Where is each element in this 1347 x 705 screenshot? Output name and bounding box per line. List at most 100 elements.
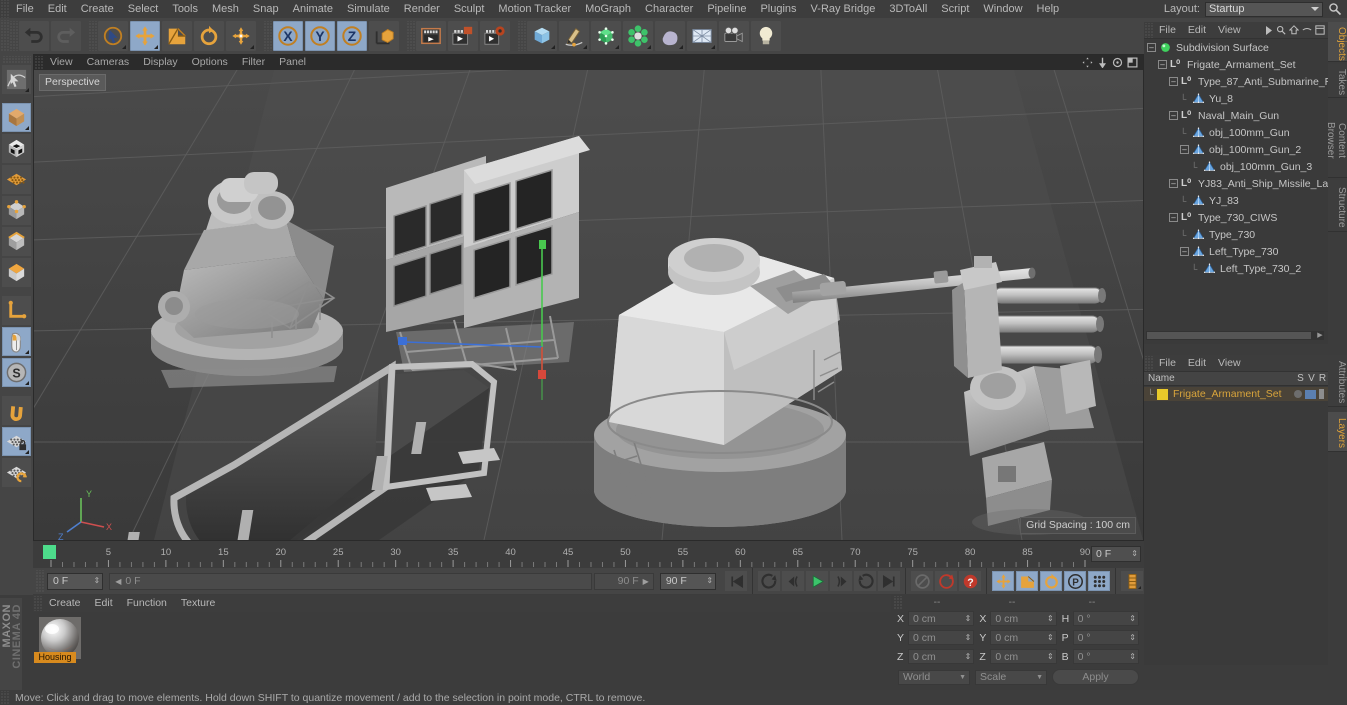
menu-window[interactable]: Window <box>976 0 1029 18</box>
more-options-corner-icon[interactable] <box>122 45 126 49</box>
coord-position-field[interactable]: 0 cm ⇕ <box>908 630 975 645</box>
coord-rotation-field[interactable]: 0 ° ⇕ <box>1072 630 1139 645</box>
stepper-icon[interactable]: ⇕ <box>706 577 715 585</box>
light-button[interactable] <box>751 21 781 51</box>
coord-rotation-field[interactable]: 0 ° ⇕ <box>1072 649 1139 664</box>
object-manager-menu-edit[interactable]: Edit <box>1182 22 1212 39</box>
menu-create[interactable]: Create <box>74 0 121 18</box>
camera-button[interactable] <box>719 21 749 51</box>
tab-layers[interactable]: Layers <box>1328 412 1347 452</box>
object-tree-row[interactable]: –L⁰ YJ83_Anti_Ship_Missile_Launch <box>1144 175 1328 192</box>
render-picture-viewer-button[interactable] <box>448 21 478 51</box>
stepper-icon[interactable]: ⇕ <box>93 577 102 585</box>
select-cursor-button[interactable] <box>98 21 128 51</box>
material-menu-function[interactable]: Function <box>120 595 174 612</box>
polygon-object-icon[interactable] <box>1203 160 1216 173</box>
menu-character[interactable]: Character <box>638 0 700 18</box>
record-active-objects-button[interactable] <box>911 571 934 591</box>
more-options-corner-icon[interactable] <box>583 45 587 49</box>
layer-manager-gripper[interactable] <box>1144 355 1153 371</box>
layout-dropdown[interactable]: Startup <box>1205 1 1323 17</box>
texture-mode-button[interactable] <box>2 134 31 163</box>
stepper-icon[interactable]: ⇕ <box>1129 614 1138 623</box>
material-manager-gripper[interactable] <box>33 596 42 611</box>
dolly-icon[interactable] <box>1097 57 1108 68</box>
pan-icon[interactable] <box>1082 57 1093 68</box>
layer-render-box[interactable] <box>1319 389 1324 399</box>
coordinates-gripper[interactable] <box>893 596 902 609</box>
coord-size-field[interactable]: 0 cm ⇕ <box>990 611 1057 626</box>
object-tree-row[interactable]: └ YJ_83 <box>1144 192 1328 209</box>
tab-attributes[interactable]: Attributes <box>1328 355 1347 407</box>
scene-button[interactable] <box>687 21 717 51</box>
world-object-axis-button[interactable] <box>369 21 399 51</box>
layer-color-swatch[interactable] <box>1157 388 1168 400</box>
stepper-icon[interactable]: ⇕ <box>965 652 974 661</box>
object-tree-row[interactable]: – L⁰ Naval_Main_Gun <box>1144 107 1328 124</box>
search-icon[interactable] <box>1276 25 1286 35</box>
polygon-object-icon[interactable] <box>1192 92 1205 105</box>
menu-3dtoall[interactable]: 3DToAll <box>882 0 934 18</box>
menu-script[interactable]: Script <box>934 0 976 18</box>
undo-button[interactable] <box>19 21 49 51</box>
null-object-icon[interactable]: L⁰ <box>1181 177 1194 190</box>
step-back-frame-button[interactable] <box>782 571 805 591</box>
viewport-gripper[interactable] <box>34 56 43 69</box>
layout-icon[interactable] <box>1315 25 1325 35</box>
workplane-lock-button[interactable] <box>2 427 31 456</box>
collapse-toggle-icon[interactable]: – <box>1169 111 1178 120</box>
material-name-label[interactable]: Housing <box>34 652 76 663</box>
material-menu-edit[interactable]: Edit <box>88 595 120 612</box>
snap-enable-button[interactable]: S <box>2 358 31 387</box>
scroll-right-icon[interactable]: ▶ <box>1316 331 1324 340</box>
more-options-corner-icon[interactable] <box>154 45 158 49</box>
more-options-corner-icon[interactable] <box>25 88 29 92</box>
menu-tools[interactable]: Tools <box>165 0 205 18</box>
collapse-toggle-icon[interactable]: – <box>1169 179 1178 188</box>
axis-mode-button[interactable] <box>2 296 31 325</box>
max-frame-field[interactable]: 90 F ⇕ <box>659 572 717 590</box>
toolbar-gripper[interactable] <box>0 20 9 52</box>
object-mode-button[interactable] <box>2 258 31 287</box>
timeline-button[interactable] <box>1121 571 1144 591</box>
orbit-icon[interactable] <box>1112 57 1123 68</box>
object-tree-row[interactable]: └ Left_Type_730_2 <box>1144 260 1328 277</box>
coord-rotation-field[interactable]: 0 ° ⇕ <box>1072 611 1139 626</box>
environment-button[interactable] <box>655 21 685 51</box>
stepper-icon[interactable]: ⇕ <box>965 614 974 623</box>
redo-button[interactable] <box>51 21 81 51</box>
menu-help[interactable]: Help <box>1030 0 1067 18</box>
tab-structure[interactable]: Structure <box>1328 180 1347 232</box>
search-icon[interactable] <box>1328 2 1342 16</box>
null-object-icon[interactable]: L⁰ <box>1181 211 1194 224</box>
stepper-icon[interactable]: ⇕ <box>1131 550 1140 558</box>
range-left-arrow-icon[interactable]: ◀ <box>115 577 121 586</box>
scale-button[interactable] <box>162 21 192 51</box>
object-tree-row[interactable]: └ Type_730 <box>1144 226 1328 243</box>
pla-key-button[interactable] <box>1088 571 1111 591</box>
coord-size-field[interactable]: 0 cm ⇕ <box>990 649 1057 664</box>
more-options-corner-icon[interactable] <box>25 350 29 354</box>
layer-manager-menu-view[interactable]: View <box>1212 355 1247 372</box>
position-key-button[interactable] <box>992 571 1015 591</box>
tab-objects[interactable]: Objects <box>1328 22 1347 62</box>
null-object-icon[interactable]: L⁰ <box>1181 75 1194 88</box>
polygon-object-icon[interactable] <box>1192 126 1205 139</box>
viewport-menu-filter[interactable]: Filter <box>235 55 272 70</box>
render-view-button[interactable] <box>416 21 446 51</box>
move-button[interactable] <box>130 21 160 51</box>
collapse-toggle-icon[interactable]: – <box>1180 247 1189 256</box>
object-tree-row[interactable]: – L⁰ Type_730_CIWS <box>1144 209 1328 226</box>
viewport-menu-panel[interactable]: Panel <box>272 55 313 70</box>
coord-system-dropdown[interactable]: World ▼ <box>898 669 970 685</box>
stepper-icon[interactable]: ⇕ <box>1129 652 1138 661</box>
magnet-button[interactable] <box>2 396 31 425</box>
go-to-end-button[interactable] <box>878 571 901 591</box>
menu-simulate[interactable]: Simulate <box>340 0 397 18</box>
object-tree-row[interactable]: └ obj_100mm_Gun <box>1144 124 1328 141</box>
menu-motion-tracker[interactable]: Motion Tracker <box>491 0 578 18</box>
viewport-camera-label[interactable]: Perspective <box>39 74 106 91</box>
scroll-thumb[interactable] <box>1147 332 1311 339</box>
object-manager-gripper[interactable] <box>1144 22 1153 38</box>
range-right-arrow-icon[interactable]: ▶ <box>643 577 649 586</box>
